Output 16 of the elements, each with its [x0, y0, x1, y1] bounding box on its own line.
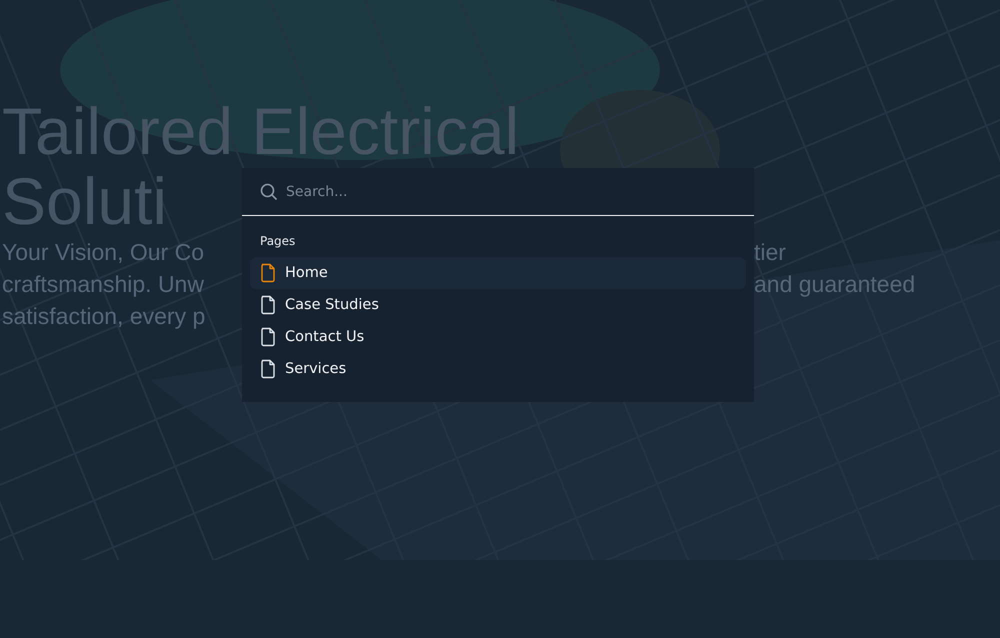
document-icon	[260, 359, 276, 379]
page-result-item[interactable]: Contact Us	[250, 321, 746, 353]
document-icon	[260, 327, 276, 347]
document-icon	[260, 295, 276, 315]
hero-subtitle-text: Your Vision, Our Co	[2, 238, 204, 266]
hero-subtitle-text: and guaranteed	[754, 270, 916, 298]
group-heading: Pages	[259, 234, 296, 248]
document-icon	[260, 263, 276, 283]
search-field[interactable]: Search...	[286, 184, 736, 200]
page-result-item[interactable]: Services	[250, 353, 746, 385]
hero-subtitle-text: satisfaction, every p	[2, 302, 206, 330]
page-result-item[interactable]: Home	[250, 257, 746, 289]
hero-subtitle-text: craftsmanship. Unw	[2, 270, 204, 298]
page-result-item[interactable]: Case Studies	[250, 289, 746, 321]
search-icon	[260, 182, 278, 200]
hero-subtitle-text: tier	[754, 238, 786, 266]
